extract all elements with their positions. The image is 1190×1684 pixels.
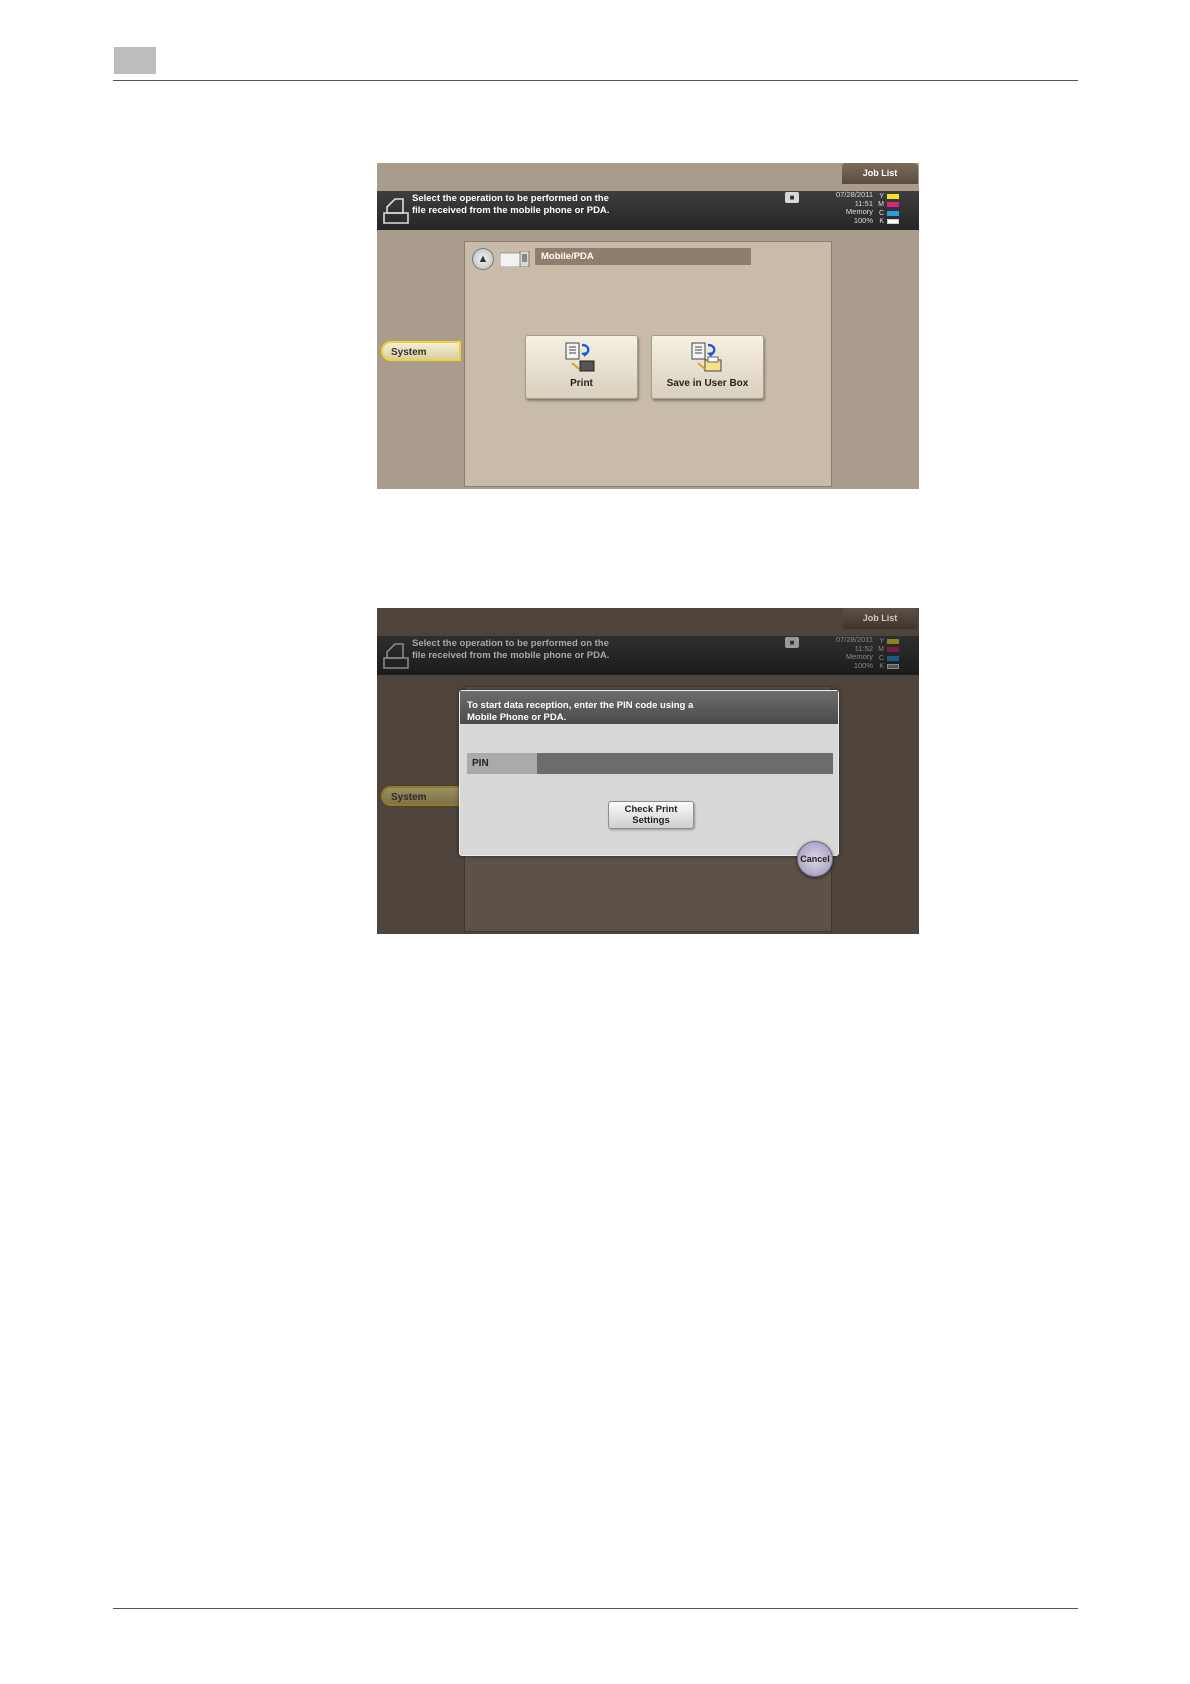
cancel-button[interactable]: Cancel — [797, 841, 833, 877]
pin-row: PIN — [467, 753, 833, 774]
lock-icon: ■ — [785, 637, 799, 648]
toner-bar-m — [887, 202, 899, 208]
message-line-2: file received from the mobile phone or P… — [412, 205, 610, 216]
pin-label: PIN — [467, 753, 537, 774]
job-list-button[interactable]: Job List — [842, 163, 918, 184]
dialog-message: To start data reception, enter the PIN c… — [460, 691, 838, 724]
save-in-user-box-label: Save in User Box — [666, 378, 749, 389]
status-memory-value: 100% — [853, 215, 873, 225]
dialog-line-1: To start data reception, enter the PIN c… — [467, 700, 694, 711]
document-tray-icon — [383, 643, 409, 669]
main-panel: ▲ Mobile/PDA Print Save in User Box — [464, 241, 832, 487]
document-tray-icon — [383, 198, 409, 224]
toner-levels: Y M C K — [874, 637, 918, 671]
chapter-tab — [114, 47, 156, 74]
toner-letter: M — [878, 201, 884, 209]
status-block: 07/28/2011 11:52 Memory 100% — [817, 635, 873, 670]
toner-letter: Y — [879, 192, 884, 200]
print-button[interactable]: Print — [525, 335, 638, 399]
job-list-button[interactable]: Job List — [842, 608, 918, 629]
toner-letter: M — [878, 646, 884, 654]
toner-letter: Y — [879, 637, 884, 645]
message-bar: Select the operation to be performed on … — [377, 190, 919, 230]
lock-icon: ■ — [785, 192, 799, 203]
toner-bar-c — [887, 655, 899, 661]
save-in-user-box-button[interactable]: Save in User Box — [651, 335, 764, 399]
toner-bar-k — [887, 219, 899, 225]
toner-bar-k — [887, 664, 899, 670]
toner-row: Y — [874, 192, 918, 201]
toner-levels: Y M C K — [874, 192, 918, 226]
toner-row: Y — [874, 637, 918, 646]
toner-bar-y — [887, 638, 899, 644]
path-bar: Mobile/PDA — [535, 248, 751, 265]
footer-rule — [113, 1608, 1078, 1609]
toner-row: C — [874, 654, 918, 663]
check-print-settings-button[interactable]: Check Print Settings — [608, 801, 694, 829]
message-text: Select the operation to be performed on … — [412, 638, 609, 662]
check-label-line-2: Settings — [632, 815, 670, 826]
screenshot-pin-dialog: Job List Select the operation to be perf… — [377, 608, 919, 934]
pin-input[interactable] — [537, 753, 833, 774]
toner-letter: K — [879, 218, 884, 226]
toner-letter: C — [878, 654, 884, 662]
toner-bar-c — [887, 210, 899, 216]
message-line-1: Select the operation to be performed on … — [412, 638, 609, 649]
pin-dialog: To start data reception, enter the PIN c… — [459, 690, 839, 856]
toner-letter: C — [878, 209, 884, 217]
toner-bar-m — [887, 647, 899, 653]
check-label-line-1: Check Print — [624, 804, 678, 815]
toner-row: C — [874, 209, 918, 218]
message-line-2: file received from the mobile phone or P… — [412, 650, 610, 661]
print-icon — [565, 342, 595, 372]
message-text: Select the operation to be performed on … — [412, 193, 609, 217]
toner-row: M — [874, 646, 918, 655]
up-arrow-button[interactable]: ▲ — [472, 248, 494, 270]
save-in-user-box-icon — [691, 342, 722, 372]
header-rule — [113, 80, 1078, 81]
toner-row: K — [874, 218, 918, 227]
status-block: 07/28/2011 11:51 Memory 100% — [817, 190, 873, 225]
system-tab[interactable]: System — [381, 786, 461, 806]
message-bar: Select the operation to be performed on … — [377, 635, 919, 675]
toner-row: K — [874, 663, 918, 672]
screenshot-operation-select: Job List Select the operation to be perf… — [377, 163, 919, 489]
toner-bar-y — [887, 193, 899, 199]
mobile-pda-folder-icon — [500, 251, 530, 267]
toner-row: M — [874, 201, 918, 210]
print-label: Print — [570, 378, 593, 389]
message-line-1: Select the operation to be performed on … — [412, 193, 609, 204]
toner-letter: K — [879, 663, 884, 671]
system-tab[interactable]: System — [381, 341, 461, 361]
status-memory-value: 100% — [853, 660, 873, 670]
dialog-line-2: Mobile Phone or PDA. — [467, 712, 567, 723]
